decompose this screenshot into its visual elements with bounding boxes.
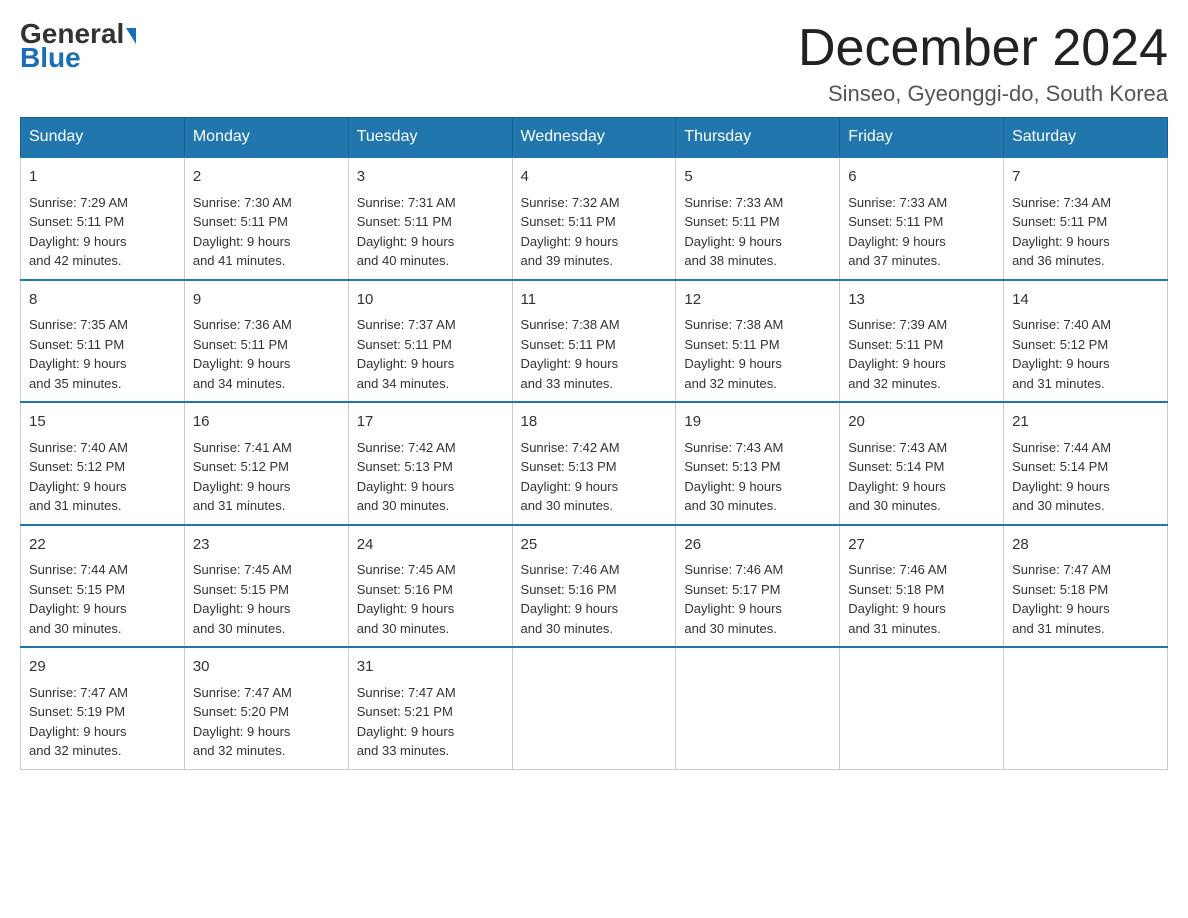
day-number: 23 [193,534,340,557]
day-number: 5 [684,166,831,189]
day-number: 17 [357,411,504,434]
day-number: 13 [848,289,995,312]
day-number: 18 [521,411,668,434]
day-number: 30 [193,656,340,679]
day-number: 14 [1012,289,1159,312]
table-row: 5Sunrise: 7:33 AMSunset: 5:11 PMDaylight… [676,157,840,280]
table-row: 22Sunrise: 7:44 AMSunset: 5:15 PMDayligh… [21,525,185,648]
table-row: 12Sunrise: 7:38 AMSunset: 5:11 PMDayligh… [676,280,840,403]
month-title: December 2024 [798,20,1168,77]
day-number: 21 [1012,411,1159,434]
table-row: 3Sunrise: 7:31 AMSunset: 5:11 PMDaylight… [348,157,512,280]
table-row [1004,647,1168,769]
col-tuesday: Tuesday [348,118,512,158]
calendar-week-row: 15Sunrise: 7:40 AMSunset: 5:12 PMDayligh… [21,402,1168,525]
day-number: 4 [521,166,668,189]
day-number: 2 [193,166,340,189]
day-number: 27 [848,534,995,557]
table-row: 20Sunrise: 7:43 AMSunset: 5:14 PMDayligh… [840,402,1004,525]
col-saturday: Saturday [1004,118,1168,158]
table-row: 18Sunrise: 7:42 AMSunset: 5:13 PMDayligh… [512,402,676,525]
table-row [512,647,676,769]
table-row: 9Sunrise: 7:36 AMSunset: 5:11 PMDaylight… [184,280,348,403]
calendar-header-row: Sunday Monday Tuesday Wednesday Thursday… [21,118,1168,158]
calendar-week-row: 1Sunrise: 7:29 AMSunset: 5:11 PMDaylight… [21,157,1168,280]
day-number: 19 [684,411,831,434]
table-row: 15Sunrise: 7:40 AMSunset: 5:12 PMDayligh… [21,402,185,525]
calendar-week-row: 8Sunrise: 7:35 AMSunset: 5:11 PMDaylight… [21,280,1168,403]
day-number: 15 [29,411,176,434]
logo-arrow-icon [126,28,136,44]
table-row: 11Sunrise: 7:38 AMSunset: 5:11 PMDayligh… [512,280,676,403]
day-number: 3 [357,166,504,189]
day-number: 22 [29,534,176,557]
table-row: 27Sunrise: 7:46 AMSunset: 5:18 PMDayligh… [840,525,1004,648]
calendar-week-row: 22Sunrise: 7:44 AMSunset: 5:15 PMDayligh… [21,525,1168,648]
day-number: 25 [521,534,668,557]
table-row: 30Sunrise: 7:47 AMSunset: 5:20 PMDayligh… [184,647,348,769]
col-sunday: Sunday [21,118,185,158]
table-row: 2Sunrise: 7:30 AMSunset: 5:11 PMDaylight… [184,157,348,280]
day-number: 1 [29,166,176,189]
table-row: 10Sunrise: 7:37 AMSunset: 5:11 PMDayligh… [348,280,512,403]
table-row: 19Sunrise: 7:43 AMSunset: 5:13 PMDayligh… [676,402,840,525]
table-row [840,647,1004,769]
table-row: 13Sunrise: 7:39 AMSunset: 5:11 PMDayligh… [840,280,1004,403]
col-thursday: Thursday [676,118,840,158]
table-row: 6Sunrise: 7:33 AMSunset: 5:11 PMDaylight… [840,157,1004,280]
table-row: 31Sunrise: 7:47 AMSunset: 5:21 PMDayligh… [348,647,512,769]
table-row: 24Sunrise: 7:45 AMSunset: 5:16 PMDayligh… [348,525,512,648]
table-row: 16Sunrise: 7:41 AMSunset: 5:12 PMDayligh… [184,402,348,525]
day-number: 31 [357,656,504,679]
table-row: 23Sunrise: 7:45 AMSunset: 5:15 PMDayligh… [184,525,348,648]
col-wednesday: Wednesday [512,118,676,158]
day-number: 29 [29,656,176,679]
calendar-table: Sunday Monday Tuesday Wednesday Thursday… [20,117,1168,770]
col-friday: Friday [840,118,1004,158]
logo: General Blue [20,20,136,72]
day-number: 6 [848,166,995,189]
table-row: 8Sunrise: 7:35 AMSunset: 5:11 PMDaylight… [21,280,185,403]
day-number: 28 [1012,534,1159,557]
day-number: 26 [684,534,831,557]
day-number: 16 [193,411,340,434]
table-row: 7Sunrise: 7:34 AMSunset: 5:11 PMDaylight… [1004,157,1168,280]
table-row [676,647,840,769]
day-number: 20 [848,411,995,434]
col-monday: Monday [184,118,348,158]
table-row: 14Sunrise: 7:40 AMSunset: 5:12 PMDayligh… [1004,280,1168,403]
table-row: 21Sunrise: 7:44 AMSunset: 5:14 PMDayligh… [1004,402,1168,525]
page-header: General Blue December 2024 Sinseo, Gyeon… [20,20,1168,107]
day-number: 8 [29,289,176,312]
table-row: 4Sunrise: 7:32 AMSunset: 5:11 PMDaylight… [512,157,676,280]
day-number: 9 [193,289,340,312]
table-row: 29Sunrise: 7:47 AMSunset: 5:19 PMDayligh… [21,647,185,769]
table-row: 1Sunrise: 7:29 AMSunset: 5:11 PMDaylight… [21,157,185,280]
day-number: 10 [357,289,504,312]
table-row: 25Sunrise: 7:46 AMSunset: 5:16 PMDayligh… [512,525,676,648]
day-number: 11 [521,289,668,312]
day-number: 24 [357,534,504,557]
logo-blue: Blue [20,44,81,72]
table-row: 28Sunrise: 7:47 AMSunset: 5:18 PMDayligh… [1004,525,1168,648]
title-section: December 2024 Sinseo, Gyeonggi-do, South… [798,20,1168,107]
table-row: 26Sunrise: 7:46 AMSunset: 5:17 PMDayligh… [676,525,840,648]
day-number: 7 [1012,166,1159,189]
day-number: 12 [684,289,831,312]
location: Sinseo, Gyeonggi-do, South Korea [798,81,1168,107]
calendar-week-row: 29Sunrise: 7:47 AMSunset: 5:19 PMDayligh… [21,647,1168,769]
table-row: 17Sunrise: 7:42 AMSunset: 5:13 PMDayligh… [348,402,512,525]
